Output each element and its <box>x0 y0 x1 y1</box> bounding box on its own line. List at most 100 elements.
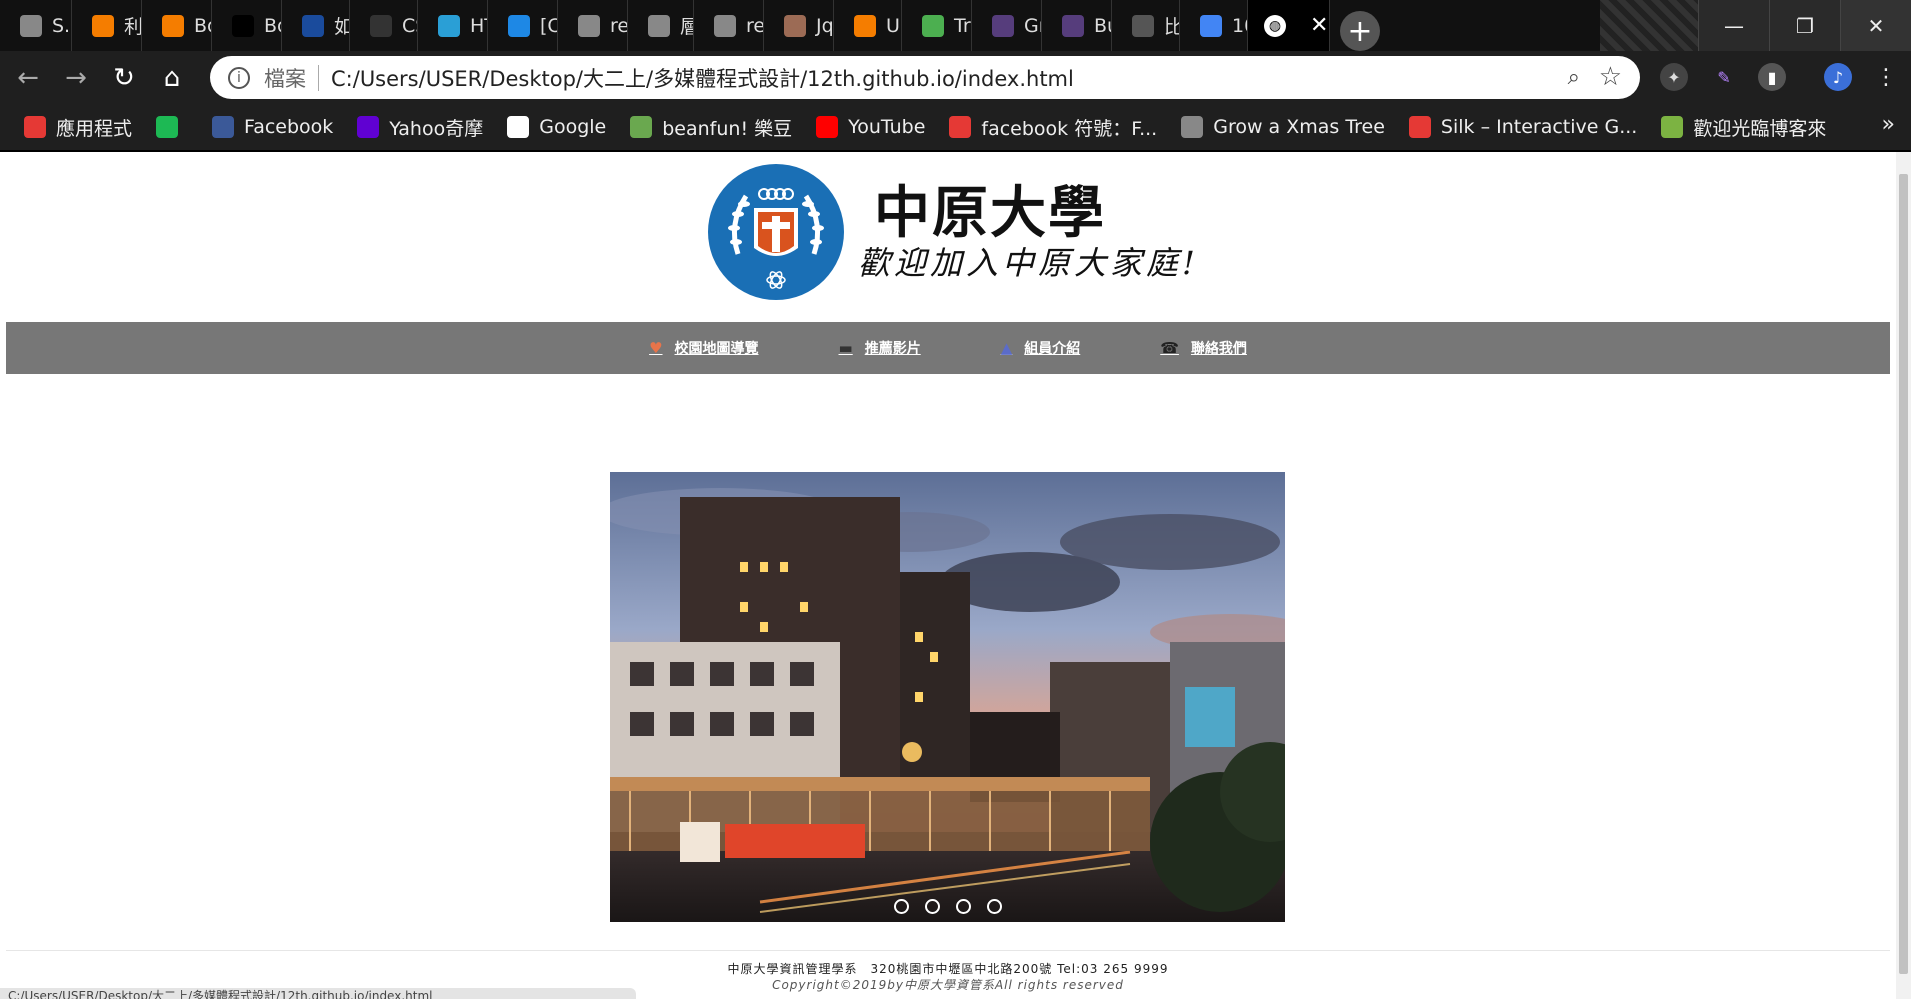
tab-16[interactable]: 比 <box>1112 0 1180 51</box>
bookmark-2[interactable]: Facebook <box>212 116 333 138</box>
tab-8[interactable]: res <box>558 0 628 51</box>
scrollbar-thumb[interactable] <box>1899 174 1908 974</box>
bootstrap-icon <box>1062 14 1084 37</box>
footer-contact: 中原大學資訊管理學系 320桃園市中壢區中北路200號 Tel:03 265 9… <box>727 962 1169 976</box>
image-carousel[interactable] <box>610 472 1285 922</box>
blogger-icon <box>92 14 114 37</box>
profile-avatar[interactable]: ♪ <box>1824 63 1852 91</box>
tab-7[interactable]: [C <box>488 0 558 51</box>
bookmark-star-icon[interactable]: ☆ <box>1599 62 1622 92</box>
bookmark-10[interactable]: 歡迎光臨博客來 <box>1661 114 1826 141</box>
tab-9[interactable]: 層 <box>628 0 694 51</box>
tab-label: 10 <box>1232 14 1247 37</box>
url-text[interactable]: C:/Users/USER/Desktop/大二上/多媒體程式設計/12th.g… <box>331 63 1074 93</box>
reload-button[interactable]: ↻ <box>104 58 144 98</box>
minimize-button[interactable]: — <box>1698 0 1769 51</box>
bookmark-0[interactable]: 應用程式 <box>24 114 132 141</box>
bookmark-label: Silk – Interactive G... <box>1440 116 1638 138</box>
back-button[interactable]: ← <box>8 58 48 98</box>
bookmark-7[interactable]: facebook 符號：F... <box>949 114 1157 141</box>
restore-button[interactable]: ❐ <box>1769 0 1840 51</box>
zoom-icon[interactable]: ⌕ <box>1568 65 1580 90</box>
tab-label: 比 <box>1164 12 1179 39</box>
extension-feather-icon[interactable]: ✎ <box>1710 63 1738 91</box>
window-controls: — ❐ ✕ <box>1698 0 1911 51</box>
tab-label: Try <box>954 14 971 37</box>
browser-toolbar: ← → ↻ ⌂ i 檔案 C:/Users/USER/Desktop/大二上/多… <box>0 51 1911 104</box>
carousel-dot[interactable] <box>986 899 1002 914</box>
bookmark-6[interactable]: YouTube <box>816 116 925 138</box>
books-icon <box>1661 116 1684 138</box>
active-tab[interactable]: ◍ ✕ <box>1248 0 1330 51</box>
bookmark-label: beanfun! 樂豆 <box>662 117 793 140</box>
tab-2[interactable]: Bo <box>142 0 212 51</box>
close-tab-icon[interactable]: ✕ <box>1310 13 1328 38</box>
page-scrollbar[interactable] <box>1896 152 1911 999</box>
avatar-icon <box>784 14 806 37</box>
tab-label: Bo <box>264 14 281 37</box>
tab-label: HT <box>470 14 487 37</box>
bookmarks-bar: 應用程式 Facebook Yahoo奇摩 Google beanfun! 樂豆 YouT… <box>0 104 1911 152</box>
tab-13[interactable]: Try <box>902 0 972 51</box>
tab-10[interactable]: res <box>694 0 764 51</box>
tab-12[interactable]: UI <box>834 0 902 51</box>
book-icon <box>370 14 392 37</box>
extension-bookmark-icon[interactable]: ▮ <box>1758 63 1786 91</box>
home-button[interactable]: ⌂ <box>152 58 192 98</box>
address-bar[interactable]: i 檔案 C:/Users/USER/Desktop/大二上/多媒體程式設計/1… <box>210 56 1640 99</box>
apps-grid-icon <box>24 116 46 138</box>
close-window-button[interactable]: ✕ <box>1840 0 1911 51</box>
youtube-icon <box>816 116 839 138</box>
tab-14[interactable]: Gri <box>972 0 1042 51</box>
status-bar: C:/Users/USER/Desktop/大二上/多媒體程式設計/12th.g… <box>0 988 636 999</box>
bookmark-4[interactable]: Google <box>507 116 606 138</box>
tab-1[interactable]: 利 <box>72 0 142 51</box>
site-title: 中原大學 <box>874 180 1106 246</box>
tab-4[interactable]: 如 <box>282 0 350 51</box>
bookmark-1[interactable] <box>156 116 188 138</box>
university-logo <box>708 164 844 300</box>
tab-15[interactable]: Bu <box>1042 0 1112 51</box>
menu-icon[interactable]: ⋮ <box>1872 63 1900 91</box>
nav-item-2[interactable]: ▲ 組員介紹 <box>1001 338 1081 358</box>
tab-label: [C <box>540 14 557 37</box>
w3-icon <box>922 14 944 37</box>
code-icon <box>508 14 530 37</box>
carousel-dot[interactable] <box>924 899 940 914</box>
tab-0[interactable]: S. <box>0 0 72 51</box>
globe-icon <box>20 14 42 37</box>
bookmark-9[interactable]: Silk – Interactive G... <box>1408 116 1638 138</box>
tab-3[interactable]: Bo <box>212 0 282 51</box>
tab-6[interactable]: HT <box>418 0 488 51</box>
nav-item-0[interactable]: ♥ 校園地圖導覽 <box>649 338 758 358</box>
campus-photo <box>610 472 1285 922</box>
tab-11[interactable]: Jqu <box>764 0 834 51</box>
tab-17[interactable]: 10 <box>1180 0 1248 51</box>
more-bookmarks-icon[interactable]: » <box>1882 112 1895 137</box>
spotify-icon <box>156 116 179 138</box>
nav-item-1[interactable]: ▬ 推薦影片 <box>839 338 921 358</box>
new-tab-button[interactable]: + <box>1340 11 1380 51</box>
tab-5[interactable]: CS <box>350 0 418 51</box>
carousel-dot[interactable] <box>893 899 909 914</box>
bookmark-3[interactable]: Yahoo奇摩 <box>357 114 483 141</box>
phone-icon: ☎ <box>1160 339 1179 357</box>
site-navbar: ♥ 校園地圖導覽 ▬ 推薦影片 ▲ 組員介紹 ☎ 聯絡我們 <box>6 322 1890 374</box>
extension-lightbulb-icon[interactable]: ✦ <box>1660 63 1688 91</box>
page-viewport: 中原大學 歡迎加入中原大家庭! ♥ 校園地圖導覽 ▬ 推薦影片 ▲ 組員介紹 ☎ 聯絡我們 <box>0 152 1896 999</box>
heart-icon: ♥ <box>649 339 663 357</box>
nav-item-3[interactable]: ☎ 聯絡我們 <box>1160 338 1247 358</box>
info-icon[interactable]: i <box>228 66 250 89</box>
tab-label: S. <box>52 14 71 37</box>
nav-label: 推薦影片 <box>864 341 921 357</box>
forward-button[interactable]: → <box>56 58 96 98</box>
globe-icon <box>578 14 600 37</box>
facebook-icon <box>212 116 235 138</box>
site-subtitle: 歡迎加入中原大家庭! <box>858 244 1199 282</box>
bookmark-5[interactable]: beanfun! 樂豆 <box>630 114 792 141</box>
bookmark-8[interactable]: Grow a Xmas Tree <box>1181 116 1385 138</box>
bookmark-label: 應用程式 <box>56 117 133 140</box>
carousel-dot[interactable] <box>955 899 971 914</box>
scheme-label: 檔案 <box>264 66 306 91</box>
google-icon <box>507 116 530 138</box>
